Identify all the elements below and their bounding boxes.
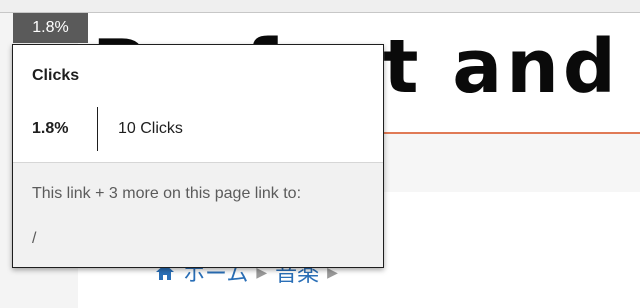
popup-title: Clicks — [32, 67, 80, 84]
top-strip — [0, 0, 640, 13]
click-percent-badge[interactable]: 1.8% — [13, 13, 88, 43]
page: Perfect and Mu ホーム ▶ 音楽 ▶ 1.8% Clicks 1.… — [0, 0, 640, 308]
link-description: This link + 3 more on this page link to: — [32, 185, 302, 202]
popup-stats: 1.8% 10 Clicks — [32, 107, 183, 151]
click-percent: 1.8% — [32, 120, 69, 137]
stat-divider — [97, 107, 98, 151]
click-count: 10 Clicks — [118, 120, 183, 137]
popup-footer: This link + 3 more on this page link to:… — [13, 162, 383, 267]
click-stats-popup: Clicks 1.8% 10 Clicks This link + 3 more… — [12, 44, 384, 268]
link-target[interactable]: / — [32, 230, 36, 248]
